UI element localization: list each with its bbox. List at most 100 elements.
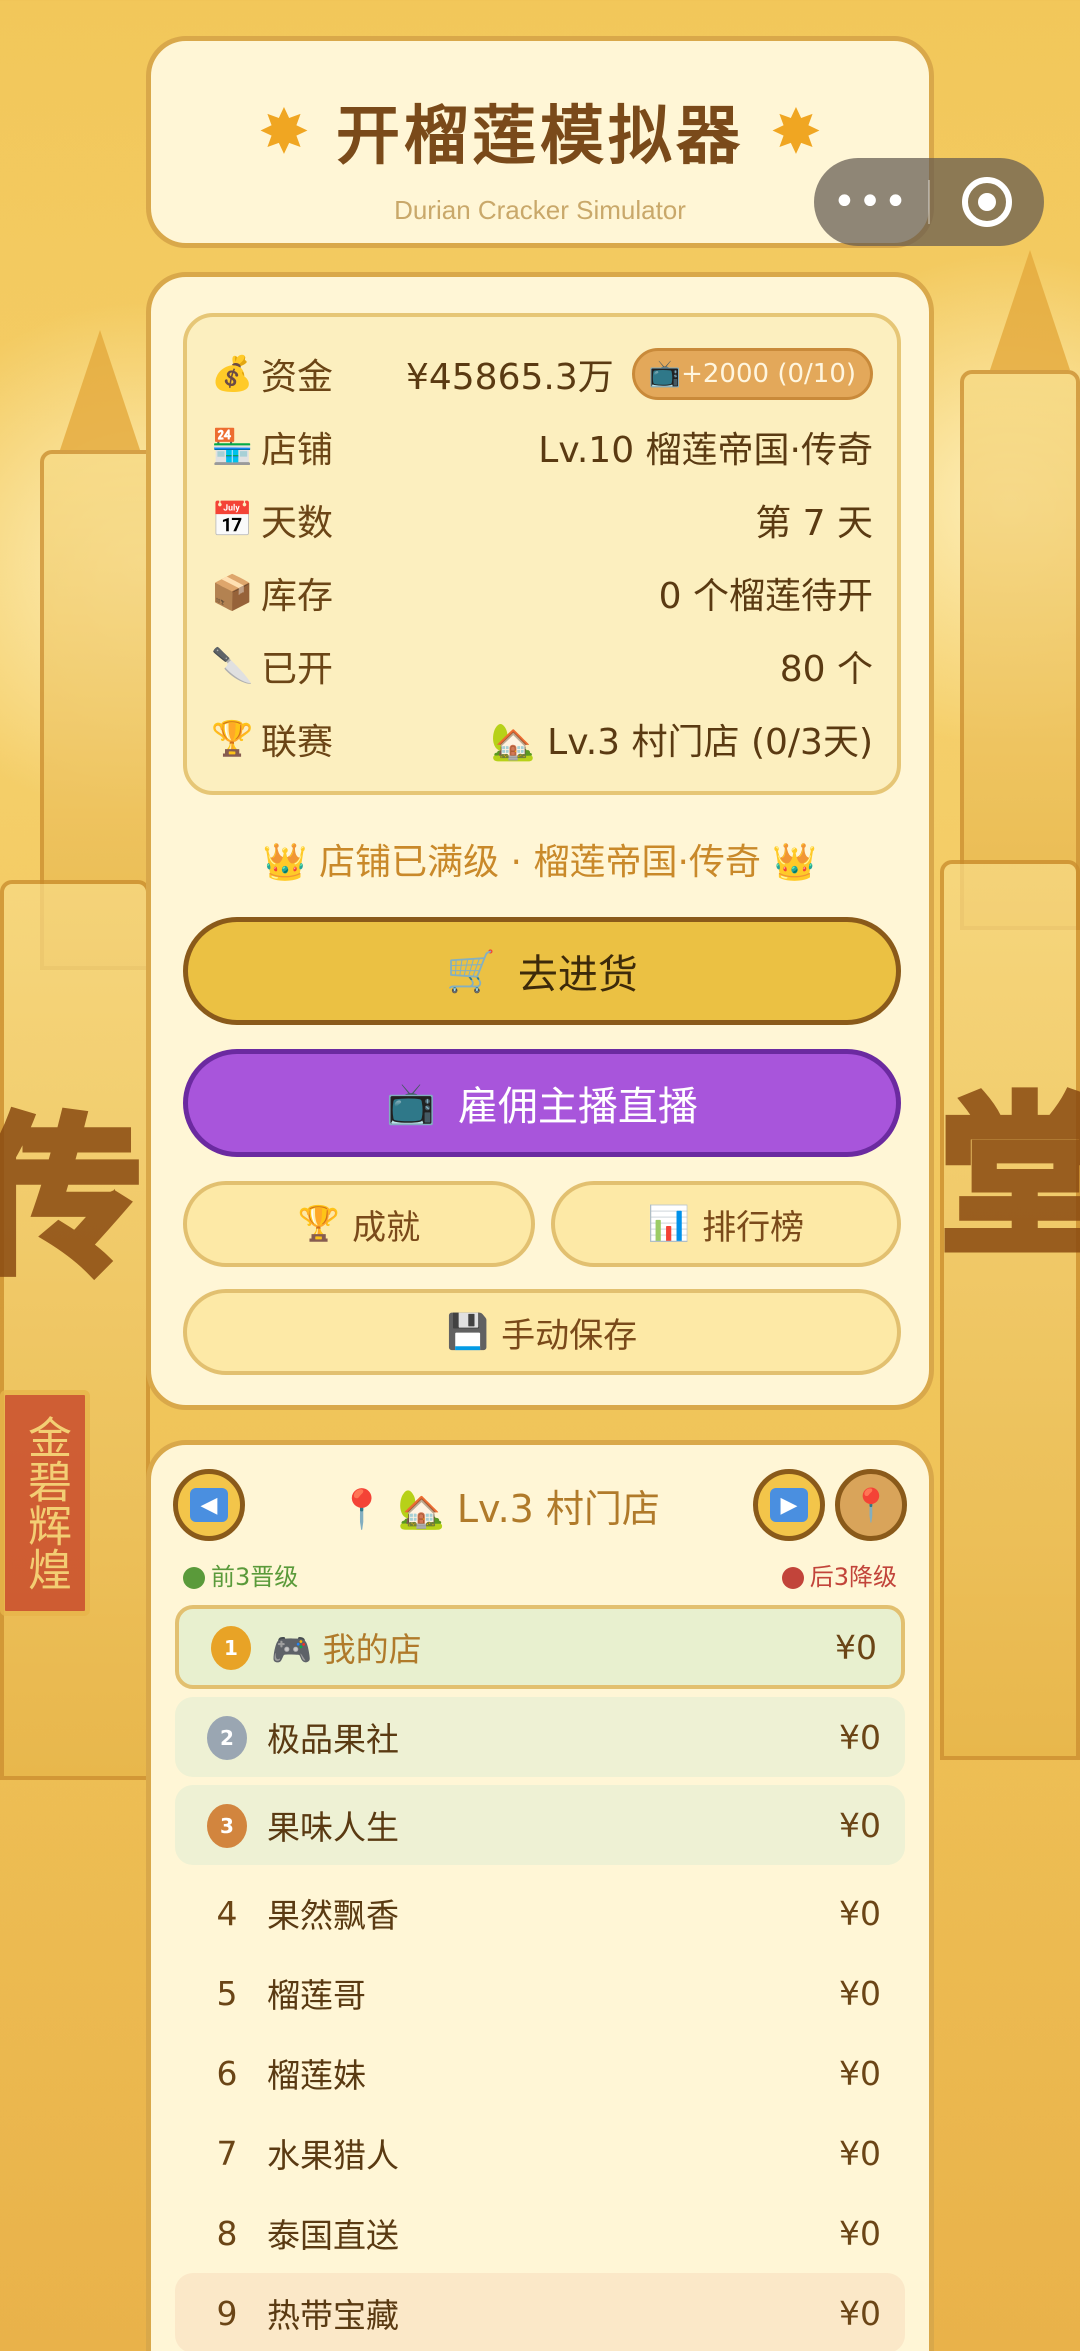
stat-label: 天数	[261, 502, 334, 544]
stat-row-opened: 🔪 已开 80 个	[211, 629, 873, 702]
ranking-money: ¥0	[839, 1805, 881, 1845]
restock-button[interactable]: 🛒 去进货	[183, 917, 901, 1025]
leaderboard-button[interactable]: 📊 排行榜	[551, 1181, 901, 1267]
stat-row-shop: 🏪 店铺 Lv.10 榴莲帝国·传奇	[211, 410, 873, 483]
ranking-row-self[interactable]: 1 🎮 我的店 ¥0	[175, 1605, 905, 1689]
ranking-row[interactable]: 9 热带宝藏 ¥0	[175, 2273, 905, 2351]
main-card: 💰 资金 ¥45865.3万 📺+2000 (0/10) 🏪 店铺 Lv.10 …	[146, 272, 934, 1410]
ranking-row[interactable]: 2 极品果社 ¥0	[175, 1697, 905, 1777]
hire-streamer-label: 雇佣主播直播	[457, 1084, 698, 1130]
stat-label: 库存	[261, 575, 334, 617]
ranking-row[interactable]: 4 果然飘香 ¥0	[175, 1873, 905, 1953]
funds-value: ¥45865.3万	[405, 356, 614, 398]
achievements-label: 成就	[352, 1207, 421, 1248]
bar-chart-icon: 📊	[647, 1204, 691, 1244]
promotion-legend-item: 前3晋级	[183, 1557, 298, 1592]
stat-label: 联赛	[261, 721, 334, 763]
rank-position: 8	[216, 2213, 238, 2253]
arrow-right-icon: ▶	[770, 1488, 808, 1522]
ranking-row[interactable]: 6 榴莲妹 ¥0	[175, 2033, 905, 2113]
restock-label: 去进货	[517, 952, 638, 998]
rank-position: 5	[216, 1973, 238, 2013]
hire-streamer-button[interactable]: 📺 雇佣主播直播	[183, 1049, 901, 1157]
arrow-left-icon: ◀	[190, 1488, 228, 1522]
stat-label: 已开	[261, 648, 334, 690]
ranking-name: 泰国直送	[267, 2216, 399, 2255]
background-banner: 金碧辉煌	[0, 1390, 90, 1616]
rank-position: 9	[216, 2293, 238, 2333]
achievements-button[interactable]: 🏆 成就	[183, 1181, 535, 1267]
ranking-money: ¥0	[839, 2293, 881, 2333]
manual-save-button[interactable]: 💾 手动保存	[183, 1289, 901, 1375]
rank-position: 1	[203, 1624, 259, 1670]
background-character-left: 传	[0, 1096, 144, 1302]
previous-league-button[interactable]: ◀	[173, 1469, 245, 1541]
watch-ad-bonus-button[interactable]: 📺+2000 (0/10)	[631, 347, 873, 400]
star-icon-right: ✸	[770, 94, 822, 168]
inventory-value: 0 个榴莲待开	[658, 575, 873, 617]
trophy-icon: 🏆	[297, 1204, 341, 1244]
stat-label: 资金	[261, 356, 334, 398]
ranking-name: 果然飘香	[267, 1896, 399, 1935]
ranking-name: 果味人生	[267, 1808, 399, 1847]
leaderboard-label: 排行榜	[702, 1207, 805, 1248]
stats-panel: 💰 资金 ¥45865.3万 📺+2000 (0/10) 🏪 店铺 Lv.10 …	[183, 313, 901, 795]
ranking-money: ¥0	[835, 1627, 877, 1667]
league-card: ◀ 📍 🏡 Lv.3 村门店 ▶ 📍 前3晋级 后3降级 1 🎮 我的店 ¥0 …	[146, 1440, 934, 2351]
promotion-legend: 前3晋级 后3降级	[183, 1557, 897, 1592]
trophy-icon: 🏆	[211, 718, 254, 759]
rank-position: 7	[216, 2133, 238, 2173]
shop-level-value: Lv.10 榴莲帝国·传奇	[538, 429, 873, 471]
ranking-list: 1 🎮 我的店 ¥0 2 极品果社 ¥0 3 果味人生 ¥0 4 果然飘香 ¥0…	[175, 1605, 905, 2351]
rank-position: 2	[199, 1714, 255, 1760]
red-dot-icon	[781, 1567, 804, 1589]
cart-icon: 🛒	[446, 948, 496, 995]
league-value: 🏡 Lv.3 村门店 (0/3天)	[490, 721, 873, 763]
next-league-button[interactable]: ▶	[753, 1469, 825, 1541]
knife-icon: 🔪	[211, 645, 254, 686]
pin-icon: 📍	[851, 1486, 891, 1524]
ranking-row[interactable]: 8 泰国直送 ¥0	[175, 2193, 905, 2273]
stat-row-funds: 💰 资金 ¥45865.3万 📺+2000 (0/10)	[211, 337, 873, 410]
green-dot-icon	[183, 1567, 205, 1589]
ranking-row[interactable]: 3 果味人生 ¥0	[175, 1785, 905, 1865]
ranking-name: 榴莲妹	[267, 2056, 366, 2095]
floppy-disk-icon: 💾	[446, 1312, 490, 1352]
ranking-name: 榴莲哥	[267, 1976, 366, 2015]
box-icon: 📦	[211, 572, 254, 613]
rank-position: 3	[199, 1802, 255, 1848]
miniprogram-capsule: •••	[814, 158, 1044, 246]
league-title: 📍 🏡 Lv.3 村门店	[338, 1486, 660, 1531]
manual-save-label: 手动保存	[501, 1315, 638, 1356]
background-character-right: 堂	[936, 1076, 1080, 1282]
stat-row-inventory: 📦 库存 0 个榴莲待开	[211, 556, 873, 629]
rank-position: 6	[216, 2053, 238, 2093]
ranking-row[interactable]: 5 榴莲哥 ¥0	[175, 1953, 905, 2033]
tv-icon: 📺	[386, 1080, 436, 1127]
ranking-money: ¥0	[839, 1973, 881, 2013]
league-header: ◀ 📍 🏡 Lv.3 村门店 ▶ 📍	[173, 1467, 907, 1543]
stat-label: 店铺	[261, 429, 334, 471]
ranking-money: ¥0	[839, 1893, 881, 1933]
store-icon: 🏪	[211, 426, 254, 467]
ranking-name: 热带宝藏	[267, 2296, 399, 2335]
gold-medal-icon: 1	[211, 1626, 251, 1670]
opened-value: 80 个	[779, 648, 873, 690]
locate-button[interactable]: 📍	[835, 1469, 907, 1541]
money-bag-icon: 💰	[211, 353, 254, 394]
silver-medal-icon: 2	[207, 1716, 247, 1760]
ranking-name: 极品果社	[267, 1720, 399, 1759]
bronze-medal-icon: 3	[207, 1804, 247, 1848]
stat-row-league: 🏆 联赛 🏡 Lv.3 村门店 (0/3天)	[211, 702, 873, 775]
more-menu-icon[interactable]: •••	[814, 179, 928, 225]
ranking-name: 水果猎人	[267, 2136, 399, 2175]
ranking-row[interactable]: 7 水果猎人 ¥0	[175, 2113, 905, 2193]
target-icon	[962, 177, 1012, 227]
close-miniprogram-button[interactable]	[930, 177, 1044, 227]
days-value: 第 7 天	[755, 502, 873, 544]
app-subtitle: Durian Cracker Simulator	[394, 195, 686, 225]
rank-position: 4	[216, 1893, 238, 1933]
calendar-icon: 📅	[211, 499, 254, 540]
ranking-money: ¥0	[839, 2053, 881, 2093]
star-icon-left: ✸	[258, 94, 310, 168]
